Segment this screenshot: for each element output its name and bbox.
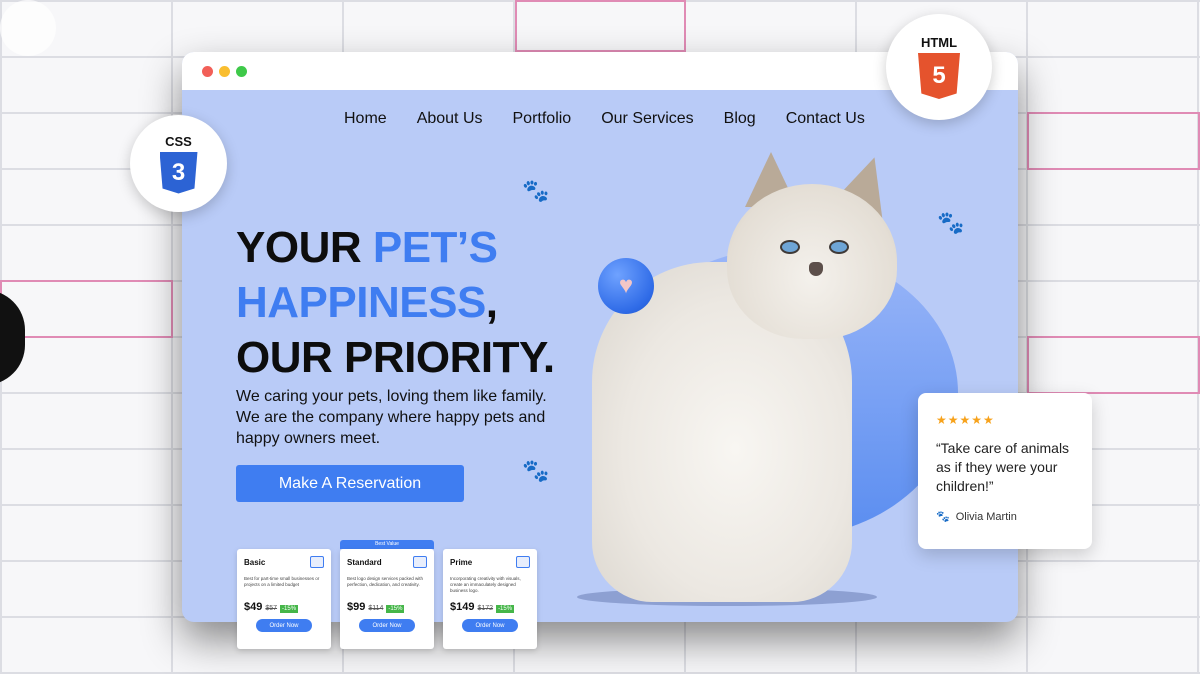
order-now-button[interactable]: Order Now [359, 619, 415, 632]
nav-our-services[interactable]: Our Services [601, 110, 693, 128]
plan-name: Prime [450, 557, 473, 567]
testimonial-card: ★★★★★ “Take care of animals as if they w… [918, 393, 1092, 549]
html5-badge: HTML 5 [886, 14, 992, 120]
plan-old-price: $114 [368, 605, 384, 612]
plan-old-price: $57 [265, 605, 278, 612]
heart-icon[interactable]: ♥ [598, 258, 654, 314]
plan-price: $49 [244, 601, 263, 613]
background-highlight-cell [1027, 112, 1200, 170]
minimize-dot-icon[interactable] [219, 65, 230, 77]
plan-price: $99 [347, 601, 366, 613]
paw-icon: 🐾 [522, 458, 550, 483]
nav-home[interactable]: Home [344, 110, 387, 128]
cat-nose [809, 262, 823, 276]
plan-description: Best for part-time small businesses or p… [244, 576, 320, 587]
hero-title: YOUR PET’S HAPPINESS, OUR PRIORITY. [236, 220, 596, 385]
nav-blog[interactable]: Blog [724, 110, 756, 128]
plan-discount-badge: -15% [386, 605, 405, 613]
pricing-card-prime: Prime Incorporating creativity with visu… [443, 549, 537, 649]
hero-title-line1-accent: PET’S [372, 223, 498, 272]
cat-eye [829, 240, 849, 254]
plan-discount-badge: -15% [280, 605, 299, 613]
order-now-button[interactable]: Order Now [462, 619, 518, 632]
close-dot-icon[interactable] [202, 65, 213, 77]
plan-discount-badge: -15% [496, 605, 515, 613]
html5-number: 5 [932, 62, 946, 89]
pricing-card-basic: Basic Best for part-time small businesse… [237, 549, 331, 649]
testimonial-author: 🐾 Olivia Martin [936, 510, 1074, 524]
nav-about-us[interactable]: About Us [417, 110, 483, 128]
hero-title-line2-dark: , [485, 278, 498, 327]
html5-label: HTML [920, 35, 958, 50]
pricing-card-standard: Standard Best logo design services packe… [340, 549, 434, 649]
html5-icon: 5 [918, 53, 960, 99]
plan-name: Standard [347, 557, 382, 567]
cat-eye [780, 240, 800, 254]
rating-stars: ★★★★★ [936, 413, 995, 427]
testimonial-quote: “Take care of animals as if they were yo… [936, 440, 1070, 494]
plan-price: $149 [450, 601, 475, 613]
plan-description: Incorporating creativity with visuals, c… [450, 576, 521, 593]
author-name: Olivia Martin [955, 510, 1017, 523]
paw-icon: 🐾 [937, 210, 965, 235]
make-reservation-button[interactable]: Make A Reservation [236, 465, 464, 502]
plan-monitor-icon [516, 556, 530, 568]
main-nav: Home About Us Portfolio Our Services Blo… [344, 110, 865, 128]
css3-number: 3 [171, 158, 186, 186]
paw-icon: 🐾 [522, 178, 550, 203]
hero-description: We caring your pets, loving them like fa… [236, 388, 547, 447]
plan-description: Best logo design services packed with pe… [347, 576, 424, 587]
background-highlight-cell [0, 280, 173, 338]
hero-title-line3: OUR PRIORITY. [236, 333, 555, 382]
maximize-dot-icon[interactable] [236, 65, 247, 77]
background-circle [0, 0, 56, 56]
plan-old-price: $172 [477, 605, 494, 612]
css3-label: CSS [165, 133, 192, 149]
css3-badge: CSS 3 [130, 115, 227, 212]
browser-window: Home About Us Portfolio Our Services Blo… [182, 52, 1018, 622]
background-highlight-cell [1027, 336, 1200, 394]
plan-monitor-icon [413, 556, 427, 568]
plan-name: Basic [244, 557, 266, 567]
paw-icon: 🐾 [936, 511, 950, 523]
best-value-ribbon: Best Value [340, 540, 434, 549]
nav-contact-us[interactable]: Contact Us [786, 110, 865, 128]
css3-icon: 3 [159, 151, 198, 194]
hero-title-line1-dark: YOUR [236, 223, 373, 272]
order-now-button[interactable]: Order Now [256, 619, 312, 632]
plan-monitor-icon [310, 556, 324, 568]
background-highlight-cell [515, 0, 686, 52]
nav-portfolio[interactable]: Portfolio [513, 110, 572, 128]
hero-title-line2-accent: HAPPINESS [236, 278, 486, 327]
